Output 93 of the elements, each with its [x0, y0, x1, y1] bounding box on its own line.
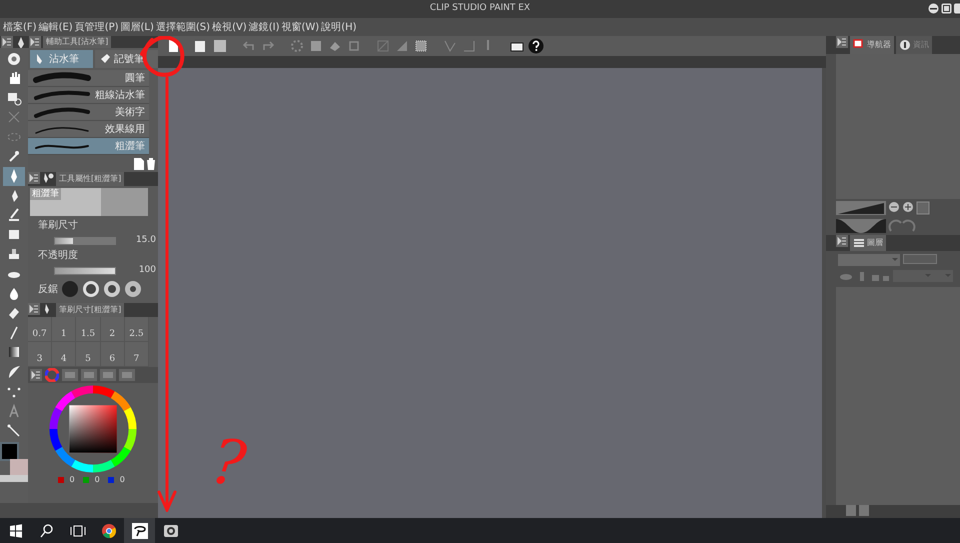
- property-value: 100: [138, 264, 156, 277]
- color-palette-tab-icon[interactable]: [119, 369, 135, 381]
- paint-app-icon: [162, 522, 178, 538]
- brush-item[interactable]: 圓筆: [28, 70, 149, 87]
- minimize-icon[interactable]: [928, 3, 939, 14]
- brush-size-cell[interactable]: 2: [100, 317, 125, 342]
- brush-item[interactable]: 粗線沾水筆: [28, 87, 149, 104]
- dotted-square-icon[interactable]: [413, 38, 429, 54]
- navigator-icon: [853, 39, 865, 51]
- channel-value: 0: [94, 474, 100, 486]
- loupe-icon: [6, 50, 22, 66]
- preview-label: 粗澀筆: [30, 188, 61, 200]
- select-all-icon[interactable]: [308, 38, 324, 54]
- panel-tab[interactable]: 輔助工具[沾水筆]: [43, 36, 112, 48]
- brush-size-cell[interactable]: 0.7: [28, 317, 52, 342]
- channel-value: 0: [120, 474, 125, 486]
- zoom-out-icon[interactable]: [888, 201, 900, 215]
- task-view-icon: [70, 522, 86, 538]
- window-title: CLIP STUDIO PAINT EX: [430, 2, 530, 16]
- property-value: 15.0: [134, 234, 156, 247]
- brush-stroke-icon: [32, 72, 92, 84]
- lasso-app-icon: [132, 522, 148, 538]
- panel-tab[interactable]: 工具屬性[粗澀筆]: [56, 172, 124, 186]
- question-mark: ?: [208, 430, 250, 496]
- brush-item[interactable]: 粗澀筆: [28, 138, 149, 155]
- curve-icon: [6, 364, 22, 380]
- menu-item[interactable]: 編輯(E): [38, 20, 73, 34]
- property-label: 筆刷尺寸: [38, 218, 79, 233]
- brush-size-cell[interactable]: 1.5: [76, 317, 101, 342]
- anti-alias-option[interactable]: [103, 280, 121, 298]
- info-icon: [899, 39, 911, 51]
- brush-size-cell[interactable]: 2.5: [124, 317, 149, 342]
- fit-icon[interactable]: [916, 201, 930, 215]
- layers-icon: [853, 237, 865, 249]
- panel-tab[interactable]: 筆刷尺寸[粗澀筆]: [56, 303, 124, 317]
- brush-icon: [6, 207, 22, 224]
- opacity-field[interactable]: [902, 254, 936, 264]
- property-label: 不透明度: [38, 248, 79, 263]
- color-wheel-tab-icon[interactable]: [45, 368, 59, 382]
- menu-item[interactable]: 選擇範圍(S): [156, 20, 210, 34]
- dotted-circle-icon[interactable]: [289, 38, 305, 54]
- trash-icon[interactable]: [146, 158, 156, 170]
- menu-item[interactable]: 說明(H): [321, 20, 357, 34]
- anti-alias-option[interactable]: [82, 280, 100, 298]
- brush-stroke-icon: [32, 89, 92, 101]
- color-palette-tab-icon[interactable]: [100, 369, 116, 381]
- brush-stroke-icon: [32, 106, 92, 118]
- pointer-icon: [6, 422, 22, 439]
- panel-menu-icon[interactable]: [836, 235, 848, 247]
- color-wheel[interactable]: [49, 385, 137, 473]
- menu-item[interactable]: 視窗(W): [281, 20, 320, 34]
- panel-menu-icon[interactable]: [29, 36, 41, 48]
- new-page-icon[interactable]: [134, 158, 144, 170]
- panel-tab[interactable]: 導航器: [850, 36, 894, 54]
- menu-item[interactable]: 檢視(V): [212, 20, 247, 34]
- panel-menu-icon[interactable]: [28, 303, 40, 315]
- channel-value: 0: [70, 474, 75, 486]
- help-icon[interactable]: [528, 38, 544, 54]
- menu-item[interactable]: 頁管理(P): [74, 20, 119, 34]
- color-palette-tab-icon[interactable]: [62, 369, 78, 381]
- taskbar-button[interactable]: [124, 518, 155, 543]
- pen-gear-icon[interactable]: [42, 172, 54, 184]
- start-icon: [8, 522, 24, 538]
- zoom-slider-icon[interactable]: [836, 201, 886, 215]
- save-icon[interactable]: [212, 38, 228, 54]
- slider-fill[interactable]: [55, 238, 73, 244]
- anti-alias-option[interactable]: [124, 280, 142, 298]
- chrome-icon: [100, 522, 116, 538]
- marker-icon: [99, 53, 111, 65]
- tool-button[interactable]: [3, 166, 25, 186]
- panel-menu-icon[interactable]: [836, 36, 848, 48]
- menu-item[interactable]: 濾鏡(I): [248, 20, 280, 34]
- bucket-icon: [6, 305, 22, 322]
- panel-menu-icon[interactable]: [30, 369, 42, 381]
- rotate-slider-icon[interactable]: [836, 219, 886, 233]
- brush-item[interactable]: 美術字: [28, 104, 149, 121]
- brush-item[interactable]: 效果線用: [28, 121, 149, 138]
- panel-menu-icon[interactable]: [1, 36, 13, 48]
- menu-item[interactable]: 圖層(L): [120, 20, 154, 34]
- slider-track[interactable]: [54, 236, 116, 244]
- maximize-icon[interactable]: [941, 3, 952, 14]
- color-palette-tab-icon[interactable]: [81, 369, 97, 381]
- panel-menu-icon[interactable]: [28, 172, 40, 184]
- new-folder-icon[interactable]: [858, 505, 868, 516]
- close-icon[interactable]: [954, 3, 960, 14]
- panel-tab[interactable]: 圖層: [850, 235, 886, 251]
- menu-item[interactable]: 檔案(F): [3, 20, 37, 34]
- sub-tool-group-tab[interactable]: 沾水筆: [30, 50, 93, 68]
- property-label: 反鋸: [38, 282, 58, 296]
- zoom-in-icon[interactable]: [902, 201, 914, 215]
- search-icon: [38, 522, 54, 538]
- brush-size-cell[interactable]: 1: [52, 317, 76, 342]
- pen-icon[interactable]: [15, 36, 27, 50]
